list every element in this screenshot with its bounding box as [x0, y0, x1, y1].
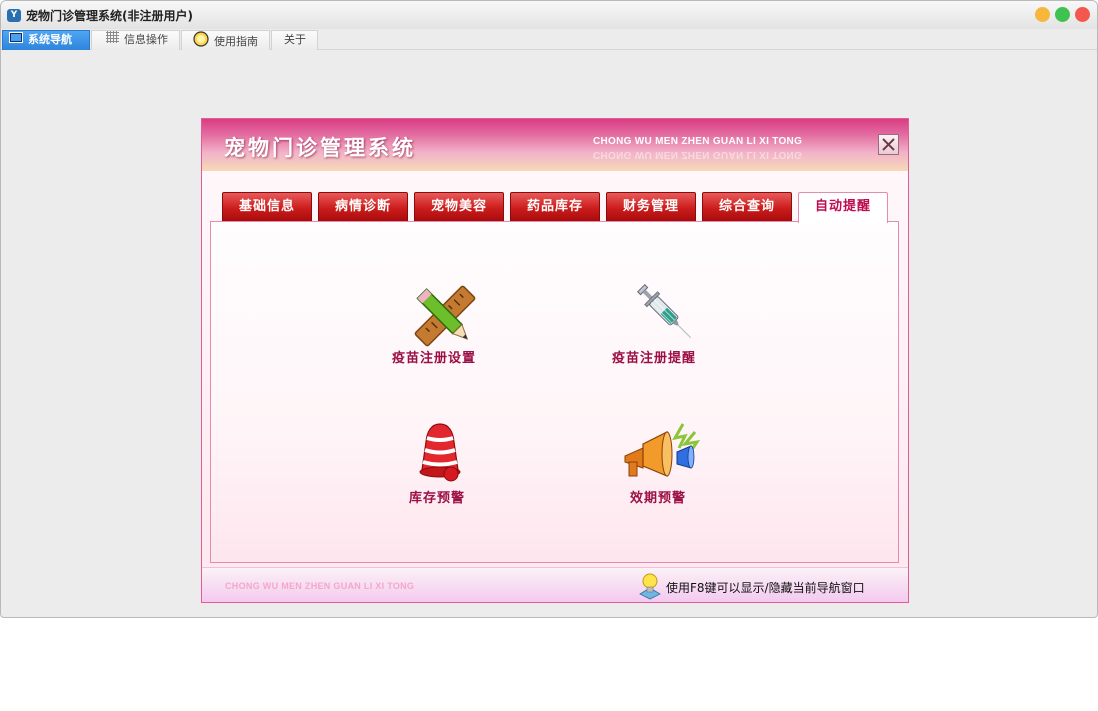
nav-tab-diagnosis[interactable]: 病情诊断	[318, 192, 408, 222]
tab-label: 系统导航	[28, 33, 72, 46]
feature-vaccine-reminder[interactable]: 疫苗注册提醒	[611, 278, 731, 366]
title-bar[interactable]: Y 宠物门诊管理系统(非注册用户)	[1, 1, 1097, 29]
grid-icon	[106, 31, 119, 49]
nav-pinyin-title: CHONG WU MEN ZHEN GUAN LI XI TONG	[593, 136, 803, 147]
minimize-button[interactable]	[1035, 7, 1050, 22]
tab-system-nav[interactable]: 系统导航	[2, 30, 90, 50]
lightbulb-icon	[636, 572, 664, 602]
compass-icon	[193, 31, 209, 53]
feature-label: 效期预警	[630, 491, 687, 506]
alarm-bell-icon	[407, 422, 473, 492]
nav-footer: CHONG WU MEN ZHEN GUAN LI XI TONG 使用F8键可…	[202, 567, 908, 602]
tab-about[interactable]: 关于	[271, 30, 318, 50]
maximize-button[interactable]	[1055, 7, 1070, 22]
tab-panel: 疫苗注册设置 疫苗注册提醒 库存预警 效期预警	[210, 221, 899, 563]
nav-tab-drug-inventory[interactable]: 药品库存	[510, 192, 600, 222]
nav-close-button[interactable]	[878, 134, 899, 155]
nav-header: 宠物门诊管理系统 CHONG WU MEN ZHEN GUAN LI XI TO…	[202, 119, 908, 171]
close-button[interactable]	[1075, 7, 1090, 22]
feature-label: 疫苗注册设置	[392, 351, 477, 366]
app-logo-icon: Y	[7, 9, 21, 22]
navigation-window: 宠物门诊管理系统 CHONG WU MEN ZHEN GUAN LI XI TO…	[201, 118, 909, 603]
feature-expiry-warning[interactable]: 效期预警	[621, 418, 731, 506]
nav-pinyin-reflection: CHONG WU MEN ZHEN GUAN LI XI TONG	[593, 149, 803, 160]
feature-vaccine-setup[interactable]: 疫苗注册设置	[391, 284, 511, 366]
nav-tab-basic-info[interactable]: 基础信息	[222, 192, 312, 222]
feature-label: 疫苗注册提醒	[612, 351, 697, 366]
nav-tab-grooming[interactable]: 宠物美容	[414, 192, 504, 222]
tab-label: 使用指南	[214, 35, 258, 48]
footer-pinyin: CHONG WU MEN ZHEN GUAN LI XI TONG	[225, 581, 415, 591]
nav-tab-query[interactable]: 综合查询	[702, 192, 792, 222]
pencil-ruler-icon	[412, 284, 478, 352]
feature-label: 库存预警	[409, 491, 466, 506]
syringe-icon	[631, 278, 701, 352]
window-title: 宠物门诊管理系统(非注册用户)	[26, 9, 193, 23]
app-tab-bar: 系统导航 信息操作 使用指南 关于	[1, 29, 1097, 50]
nav-tab-finance[interactable]: 财务管理	[606, 192, 696, 222]
feature-inventory-warning[interactable]: 库存预警	[407, 422, 507, 506]
close-icon	[882, 138, 895, 151]
tab-user-guide[interactable]: 使用指南	[181, 30, 270, 50]
tab-label: 关于	[284, 33, 306, 46]
tab-label: 信息操作	[124, 33, 168, 46]
nav-tab-auto-reminder[interactable]: 自动提醒	[798, 192, 888, 223]
app-window: Y 宠物门诊管理系统(非注册用户) 系统导航 信息操作 使用指南 关于 宠物门诊…	[0, 0, 1098, 618]
tab-info-ops[interactable]: 信息操作	[91, 30, 180, 50]
monitor-icon	[9, 31, 23, 49]
megaphone-icon	[621, 418, 721, 484]
hint-text: 使用F8键可以显示/隐藏当前导航窗口	[666, 581, 865, 595]
nav-title: 宠物门诊管理系统	[224, 136, 416, 160]
